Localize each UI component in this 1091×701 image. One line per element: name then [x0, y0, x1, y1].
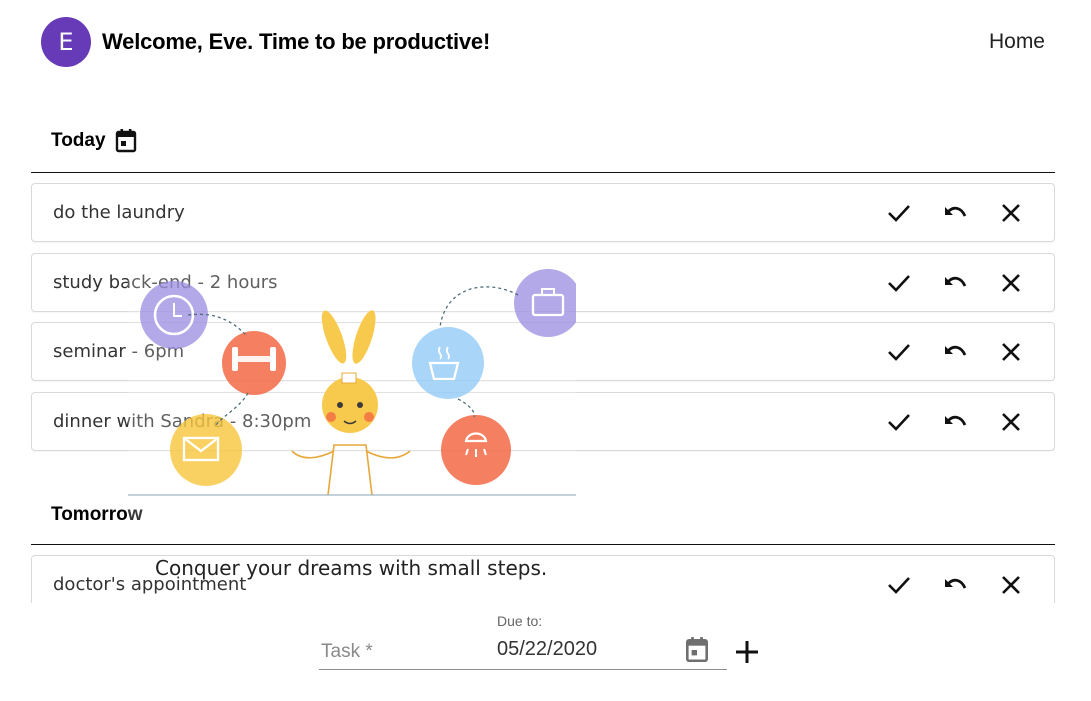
task-text: dinner with Sandra - 8:30pm: [53, 411, 312, 432]
undo-icon[interactable]: [940, 270, 970, 296]
task-card: dinner with Sandra - 8:30pm: [31, 392, 1055, 451]
undo-icon[interactable]: [940, 409, 970, 435]
tomorrow-title: Tomorrow: [51, 504, 143, 525]
undo-icon[interactable]: [940, 572, 970, 598]
avatar: E: [41, 17, 91, 67]
undo-icon[interactable]: [940, 200, 970, 226]
welcome-message: Welcome, Eve. Time to be productive!: [102, 29, 491, 54]
calendar-icon[interactable]: [684, 636, 710, 669]
close-icon[interactable]: [996, 572, 1026, 598]
close-icon[interactable]: [996, 409, 1026, 435]
check-icon[interactable]: [884, 200, 914, 226]
close-icon[interactable]: [996, 339, 1026, 365]
task-card: seminar - 6pm: [31, 322, 1055, 381]
due-date-field[interactable]: 05/22/2020: [497, 638, 597, 661]
undo-icon[interactable]: [940, 339, 970, 365]
close-icon[interactable]: [996, 270, 1026, 296]
home-link[interactable]: Home: [989, 30, 1045, 54]
task-card: study back-end - 2 hours: [31, 253, 1055, 312]
task-text: do the laundry: [53, 202, 185, 223]
due-label: Due to:: [497, 613, 543, 629]
today-divider: [31, 172, 1055, 173]
check-icon[interactable]: [884, 270, 914, 296]
close-icon[interactable]: [996, 200, 1026, 226]
tomorrow-heading: Tomorrow: [51, 504, 142, 526]
today-heading: Today: [51, 128, 138, 154]
task-card: do the laundry: [31, 183, 1055, 242]
input-underline: [319, 669, 727, 670]
check-icon[interactable]: [884, 572, 914, 598]
tomorrow-divider: [31, 544, 1055, 545]
plus-icon[interactable]: [733, 638, 761, 671]
calendar-icon[interactable]: [114, 128, 138, 154]
check-icon[interactable]: [884, 339, 914, 365]
today-title: Today: [51, 130, 106, 151]
task-input[interactable]: [319, 636, 483, 668]
check-icon[interactable]: [884, 409, 914, 435]
task-text: seminar - 6pm: [53, 341, 185, 362]
tagline: Conquer your dreams with small steps.: [155, 556, 548, 580]
task-text: study back-end - 2 hours: [53, 272, 278, 293]
